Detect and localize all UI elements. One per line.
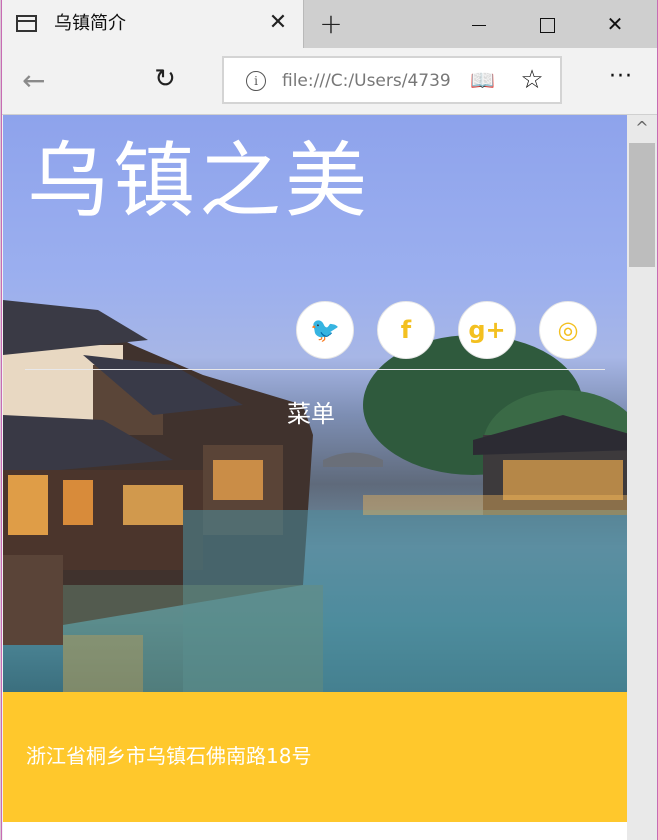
title-bar: 乌镇简介 ✕ + ✕ [2, 0, 657, 48]
minimize-button[interactable] [445, 0, 513, 48]
new-tab-button[interactable]: + [317, 9, 345, 39]
google-plus-button[interactable]: g+ [458, 301, 516, 359]
google-plus-icon: g+ [468, 316, 506, 344]
refresh-button[interactable]: ↻ [150, 64, 180, 94]
maximize-icon [539, 18, 555, 33]
dribbble-button[interactable]: ◎ [539, 301, 597, 359]
tab-close-button[interactable]: ✕ [265, 10, 291, 36]
browser-tab[interactable]: 乌镇简介 ✕ [2, 0, 304, 48]
vertical-scrollbar[interactable]: ^ [627, 115, 657, 840]
hero-banner: 乌镇之美 🐦 f g+ ◎ 菜单 [3, 115, 627, 692]
dribbble-icon: ◎ [557, 316, 579, 344]
address-text: 浙江省桐乡市乌镇石佛南路18号 [26, 744, 312, 768]
menu-link[interactable]: 菜单 [287, 399, 335, 429]
tab-title: 乌镇简介 [54, 13, 126, 34]
close-window-button[interactable]: ✕ [581, 0, 649, 48]
header-divider [25, 369, 605, 370]
maximize-button[interactable] [513, 0, 581, 48]
facebook-icon: f [400, 316, 412, 344]
address-section: 浙江省桐乡市乌镇石佛南路18号 [3, 692, 627, 822]
reading-view-icon[interactable]: 📖 [470, 69, 495, 91]
more-menu-button[interactable]: ··· [606, 62, 636, 92]
favorite-star-icon[interactable]: ☆ [518, 66, 546, 94]
browser-window: 乌镇简介 ✕ + ✕ ← ↻ i file:///C:/Users/4739 📖… [1, 0, 658, 840]
url-text[interactable]: file:///C:/Users/4739 [282, 69, 456, 93]
address-bar[interactable]: i file:///C:/Users/4739 📖 ☆ [222, 56, 562, 104]
scroll-thumb[interactable] [629, 143, 655, 267]
twitter-button[interactable]: 🐦 [296, 301, 354, 359]
back-button[interactable]: ← [22, 66, 52, 96]
page-title: 乌镇之美 [27, 134, 372, 229]
minimize-icon [472, 25, 486, 26]
twitter-icon: 🐦 [310, 316, 340, 344]
page-viewport: 乌镇之美 🐦 f g+ ◎ 菜单 浙江省桐乡市乌镇石佛南路18号 [3, 115, 627, 840]
page-icon [16, 15, 37, 32]
navigation-bar: ← ↻ i file:///C:/Users/4739 📖 ☆ ··· [2, 48, 657, 115]
page-blank-area [3, 822, 627, 840]
scroll-up-icon[interactable]: ^ [627, 115, 657, 141]
info-icon[interactable]: i [246, 71, 266, 91]
facebook-button[interactable]: f [377, 301, 435, 359]
